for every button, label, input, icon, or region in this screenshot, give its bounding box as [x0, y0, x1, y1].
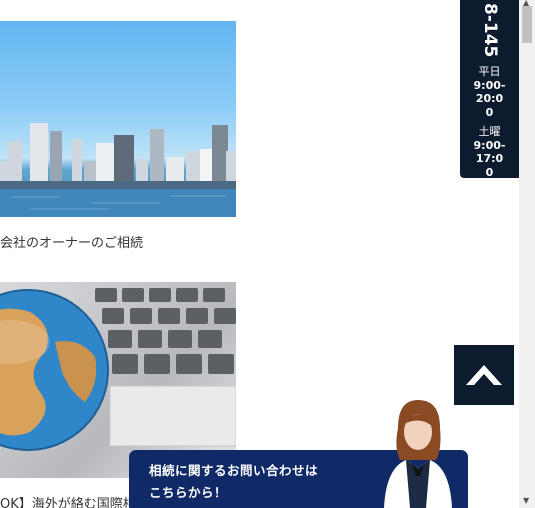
article-title[interactable]: 会社のオーナーのご相続 [0, 232, 143, 251]
page-content: 会社のオーナーのご相続 OK】海外が絡む国際相 8-145 平日 9:00-20… [0, 0, 519, 508]
cta-line-1: 相続に関するお問い合わせは [149, 463, 319, 478]
operator-avatar [384, 400, 452, 508]
chevron-up-icon [466, 365, 502, 385]
article-thumbnail-globe[interactable] [0, 282, 236, 478]
vertical-scrollbar[interactable]: ▲ ▼ [519, 0, 535, 508]
saturday-label: 土曜 [478, 125, 501, 138]
city-skyline-image [0, 123, 236, 217]
weekday-label: 平日 [478, 65, 501, 78]
scroll-down-arrow-icon[interactable]: ▼ [523, 496, 529, 505]
article-title[interactable]: OK】海外が絡む国際相 [0, 493, 136, 508]
article-thumbnail-city[interactable] [0, 21, 236, 217]
phone-number[interactable]: 8-145 [476, 0, 504, 62]
scrollbar-thumb[interactable] [522, 6, 532, 43]
phone-contact-banner[interactable]: 8-145 平日 9:00-20:00 土曜 9:00-17:00 [460, 0, 519, 179]
scroll-to-top-button[interactable] [454, 345, 514, 405]
saturday-hours: 9:00-17:00 [473, 138, 506, 179]
globe-keyboard-image [0, 288, 236, 451]
contact-cta-text: 相続に関するお問い合わせは こちらから！ [149, 460, 318, 504]
weekday-hours: 9:00-20:00 [473, 78, 506, 119]
cta-line-2: こちらから！ [149, 485, 228, 500]
business-hours: 平日 9:00-20:00 土曜 9:00-17:00 [460, 65, 519, 179]
